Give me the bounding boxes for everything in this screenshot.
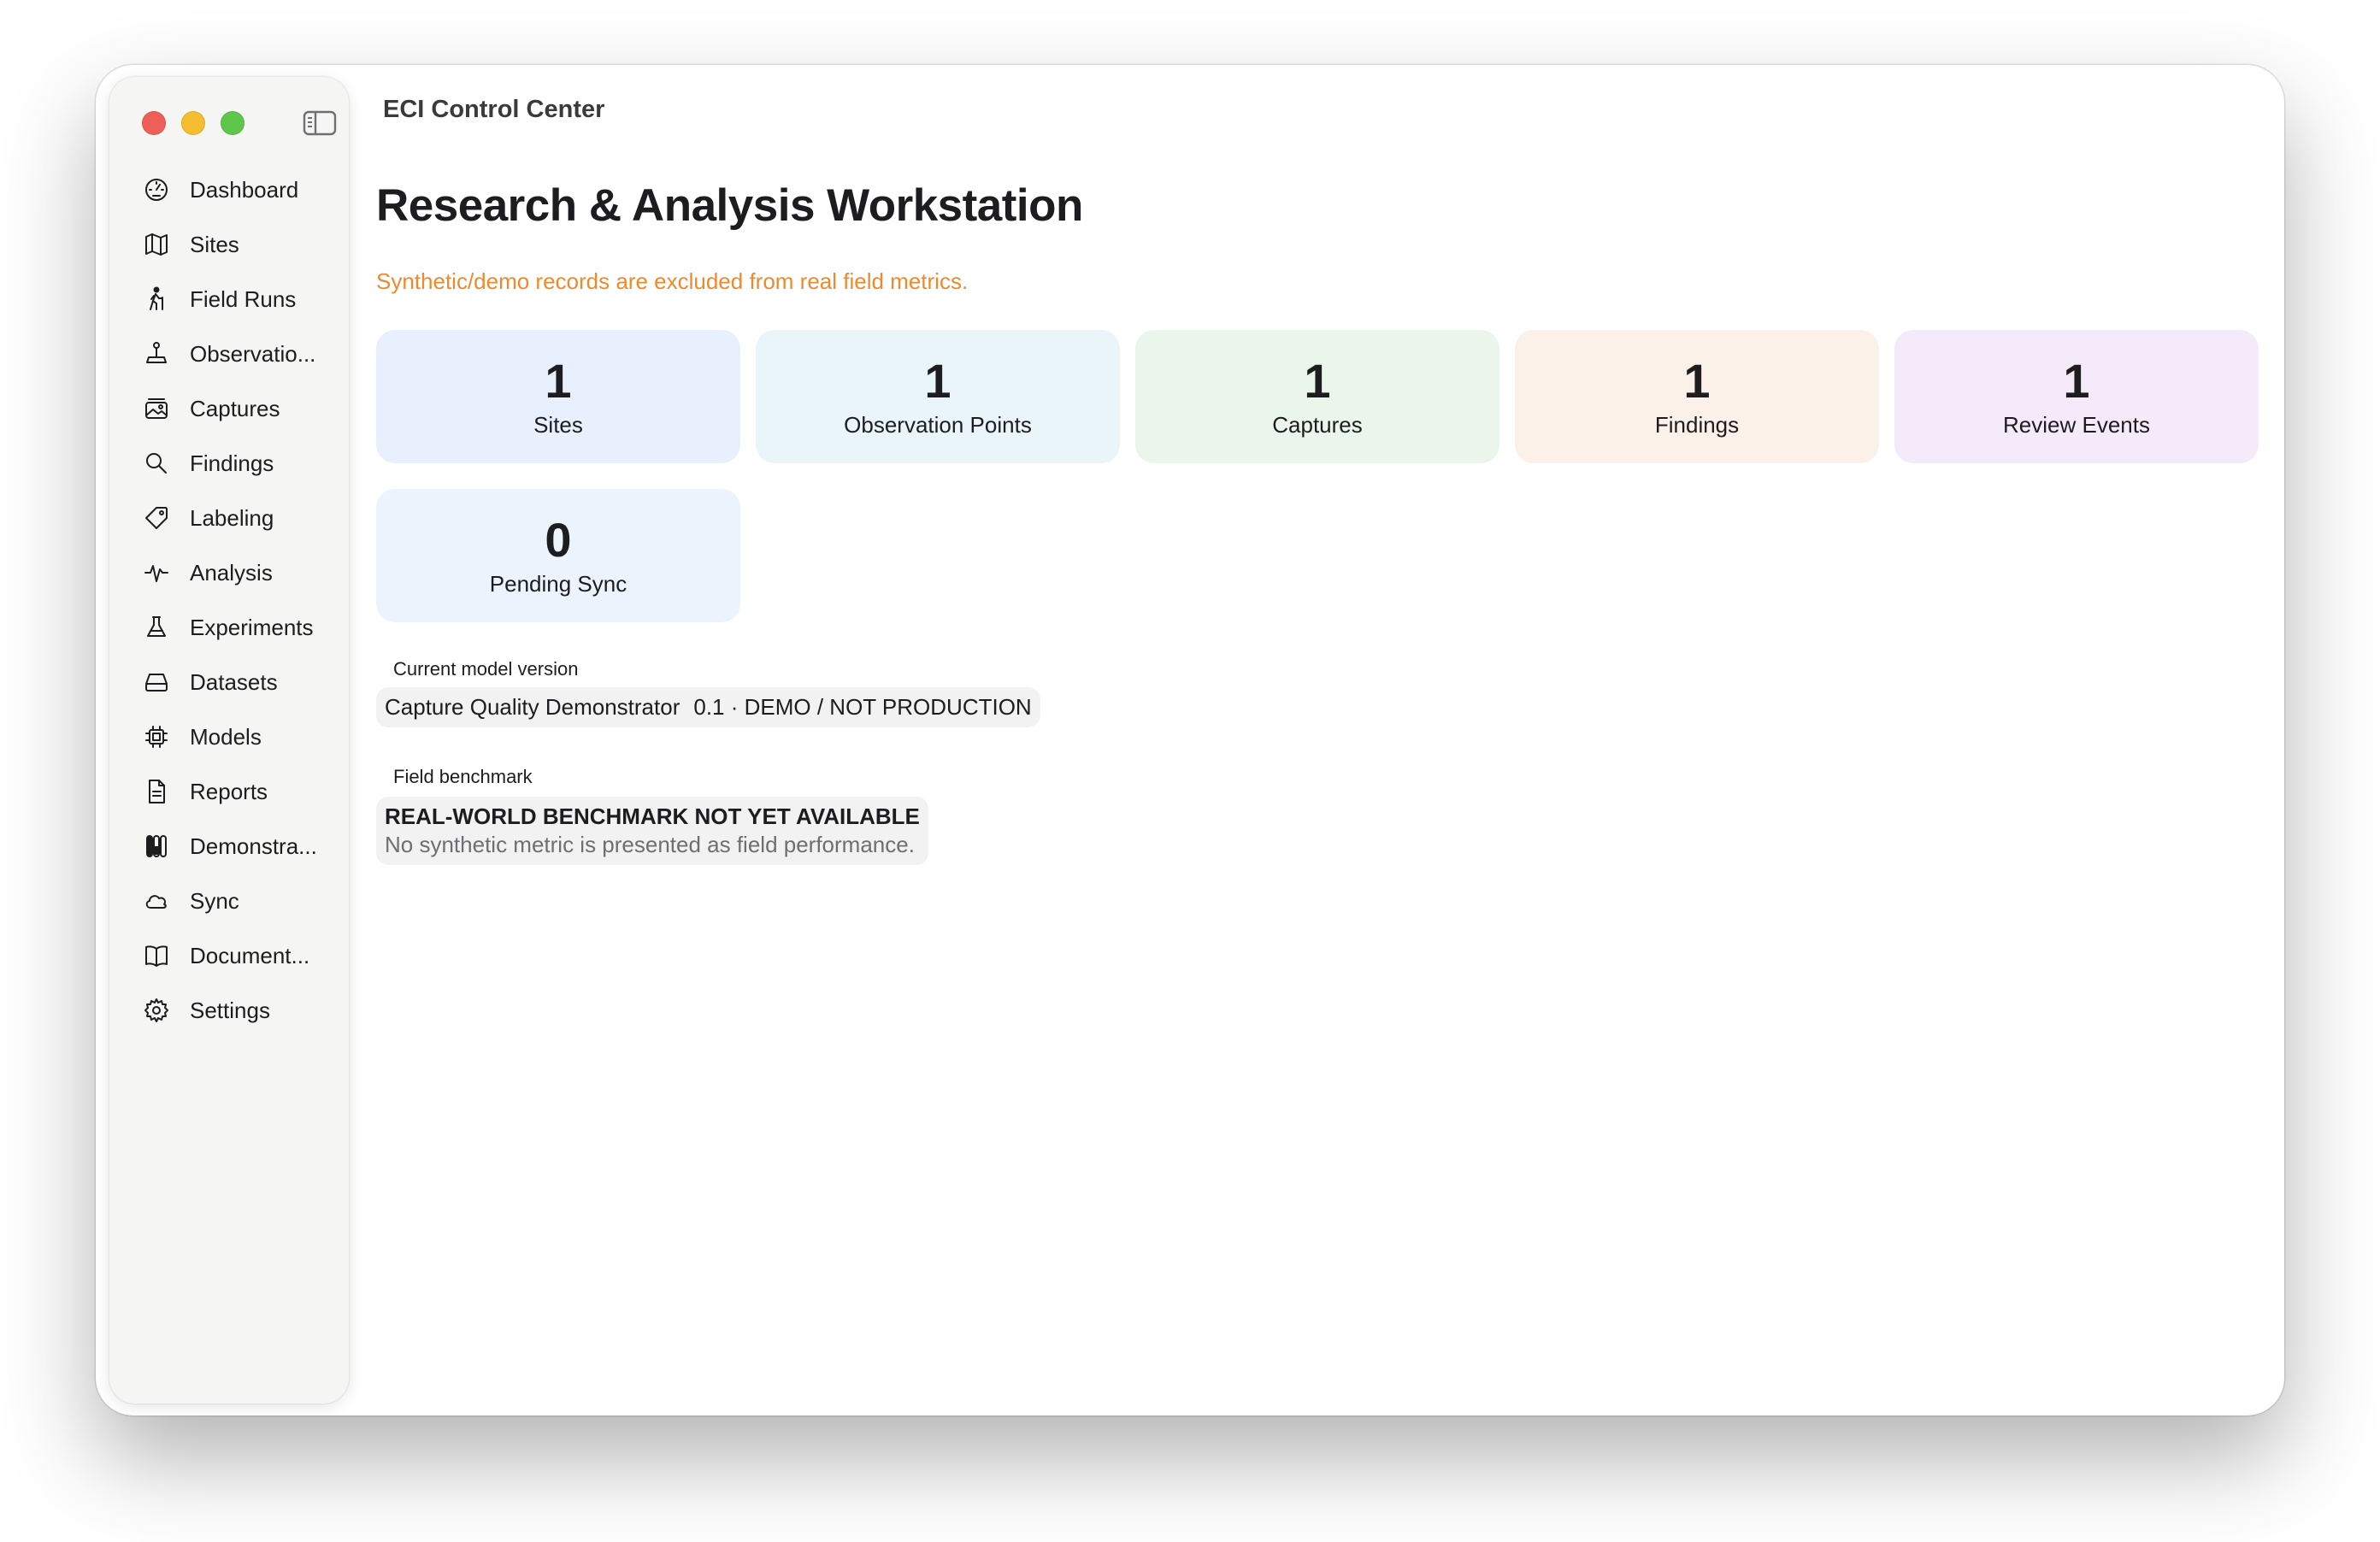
- model-version: 0.1 · DEMO / NOT PRODUCTION: [693, 694, 1032, 720]
- sidebar-item-label: Observatio...: [190, 340, 316, 367]
- tag-icon: [142, 503, 171, 533]
- sidebar-item-settings[interactable]: Settings: [123, 983, 342, 1038]
- sidebar-item-label: Sync: [190, 887, 239, 914]
- gear-icon: [142, 996, 171, 1025]
- sidebar-item-captures[interactable]: Captures: [123, 381, 342, 436]
- synthetic-data-notice: Synthetic/demo records are excluded from…: [376, 268, 969, 294]
- sidebar-item-label: Analysis: [190, 559, 273, 586]
- stat-label: Captures: [1272, 411, 1363, 438]
- waveform-icon: [142, 558, 171, 587]
- document-icon: [142, 777, 171, 806]
- stat-card-review-events: 1 Review Events: [1894, 330, 2259, 463]
- book-icon: [142, 941, 171, 970]
- model-name: Capture Quality Demonstrator: [385, 694, 680, 720]
- sidebar-item-label: Labeling: [190, 504, 274, 531]
- sidebar-item-label: Field Runs: [190, 285, 297, 312]
- sidebar-item-label: Findings: [190, 450, 274, 476]
- sidebar-item-observation-points[interactable]: Observatio...: [123, 327, 342, 381]
- minimize-window-button[interactable]: [181, 111, 205, 135]
- field-benchmark-panel: REAL-WORLD BENCHMARK NOT YET AVAILABLE N…: [376, 797, 928, 865]
- stat-label: Review Events: [2003, 411, 2150, 438]
- stat-card-captures: 1 Captures: [1135, 330, 1499, 463]
- map-icon: [142, 230, 171, 259]
- sidebar-item-label: Datasets: [190, 668, 278, 695]
- sidebar-item-label: Reports: [190, 778, 268, 804]
- flask-icon: [142, 613, 171, 642]
- sidebar-item-reports[interactable]: Reports: [123, 764, 342, 819]
- stat-label: Sites: [533, 411, 583, 438]
- stat-value: 1: [1683, 353, 1711, 408]
- cloud-icon: [142, 886, 171, 915]
- sidebar-toggle-icon[interactable]: [303, 109, 337, 137]
- sidebar-item-label: Sites: [190, 231, 239, 257]
- stat-value: 1: [924, 353, 951, 408]
- stat-card-findings: 1 Findings: [1515, 330, 1879, 463]
- sidebar-item-datasets[interactable]: Datasets: [123, 655, 342, 709]
- photo-stack-icon: [142, 394, 171, 423]
- sidebar-item-sync[interactable]: Sync: [123, 874, 342, 928]
- stat-value: 1: [1304, 353, 1331, 408]
- sidebar-item-label: Experiments: [190, 614, 314, 640]
- hiker-icon: [142, 285, 171, 314]
- joystick-pin-icon: [142, 339, 171, 368]
- cpu-icon: [142, 722, 171, 751]
- sidebar-item-experiments[interactable]: Experiments: [123, 600, 342, 655]
- model-version-pill: Capture Quality Demonstrator 0.1 · DEMO /…: [376, 687, 1040, 727]
- sidebar-item-label: Models: [190, 723, 262, 750]
- page-title: Research & Analysis Workstation: [376, 180, 1083, 231]
- sidebar-item-demonstrations[interactable]: Demonstra...: [123, 819, 342, 874]
- sidebar: Dashboard Sites Field Runs Observatio...…: [109, 77, 349, 1404]
- window-title: ECI Control Center: [383, 96, 605, 123]
- sidebar-item-labeling[interactable]: Labeling: [123, 491, 342, 545]
- sidebar-item-label: Dashboard: [190, 176, 299, 203]
- model-version-heading: Current model version: [393, 658, 579, 680]
- sidebar-nav: Dashboard Sites Field Runs Observatio...…: [123, 162, 342, 1038]
- sidebar-item-label: Demonstra...: [190, 833, 317, 859]
- sidebar-item-field-runs[interactable]: Field Runs: [123, 272, 342, 327]
- sidebar-item-analysis[interactable]: Analysis: [123, 545, 342, 600]
- sidebar-item-label: Document...: [190, 942, 310, 968]
- stat-value: 1: [545, 353, 572, 408]
- sidebar-item-dashboard[interactable]: Dashboard: [123, 162, 342, 217]
- sidebar-item-documentation[interactable]: Document...: [123, 928, 342, 983]
- stat-label: Findings: [1654, 411, 1740, 438]
- stat-value: 1: [2063, 353, 2090, 408]
- stat-card-observation-points: 1 Observation Points: [756, 330, 1120, 463]
- magnifier-icon: [142, 449, 171, 478]
- sidebar-item-sites[interactable]: Sites: [123, 217, 342, 272]
- stat-card-pending-sync: 0 Pending Sync: [376, 489, 740, 622]
- stat-value: 0: [545, 512, 572, 567]
- sidebar-item-label: Settings: [190, 997, 270, 1023]
- close-window-button[interactable]: [142, 111, 166, 135]
- benchmark-status: REAL-WORLD BENCHMARK NOT YET AVAILABLE: [385, 803, 920, 829]
- benchmark-note: No synthetic metric is presented as fiel…: [385, 832, 915, 857]
- sidebar-item-label: Captures: [190, 395, 280, 421]
- maximize-window-button[interactable]: [221, 111, 244, 135]
- dashboard-gauge-icon: [142, 175, 171, 204]
- field-benchmark-heading: Field benchmark: [393, 766, 533, 787]
- stat-card-sites: 1 Sites: [376, 330, 740, 463]
- test-tubes-icon: [142, 832, 171, 861]
- stat-label: Observation Points: [844, 411, 1032, 438]
- app-window: Dashboard Sites Field Runs Observatio...…: [96, 65, 2284, 1415]
- sidebar-item-findings[interactable]: Findings: [123, 436, 342, 491]
- stat-label: Pending Sync: [489, 570, 627, 597]
- drive-icon: [142, 668, 171, 697]
- sidebar-item-models[interactable]: Models: [123, 709, 342, 764]
